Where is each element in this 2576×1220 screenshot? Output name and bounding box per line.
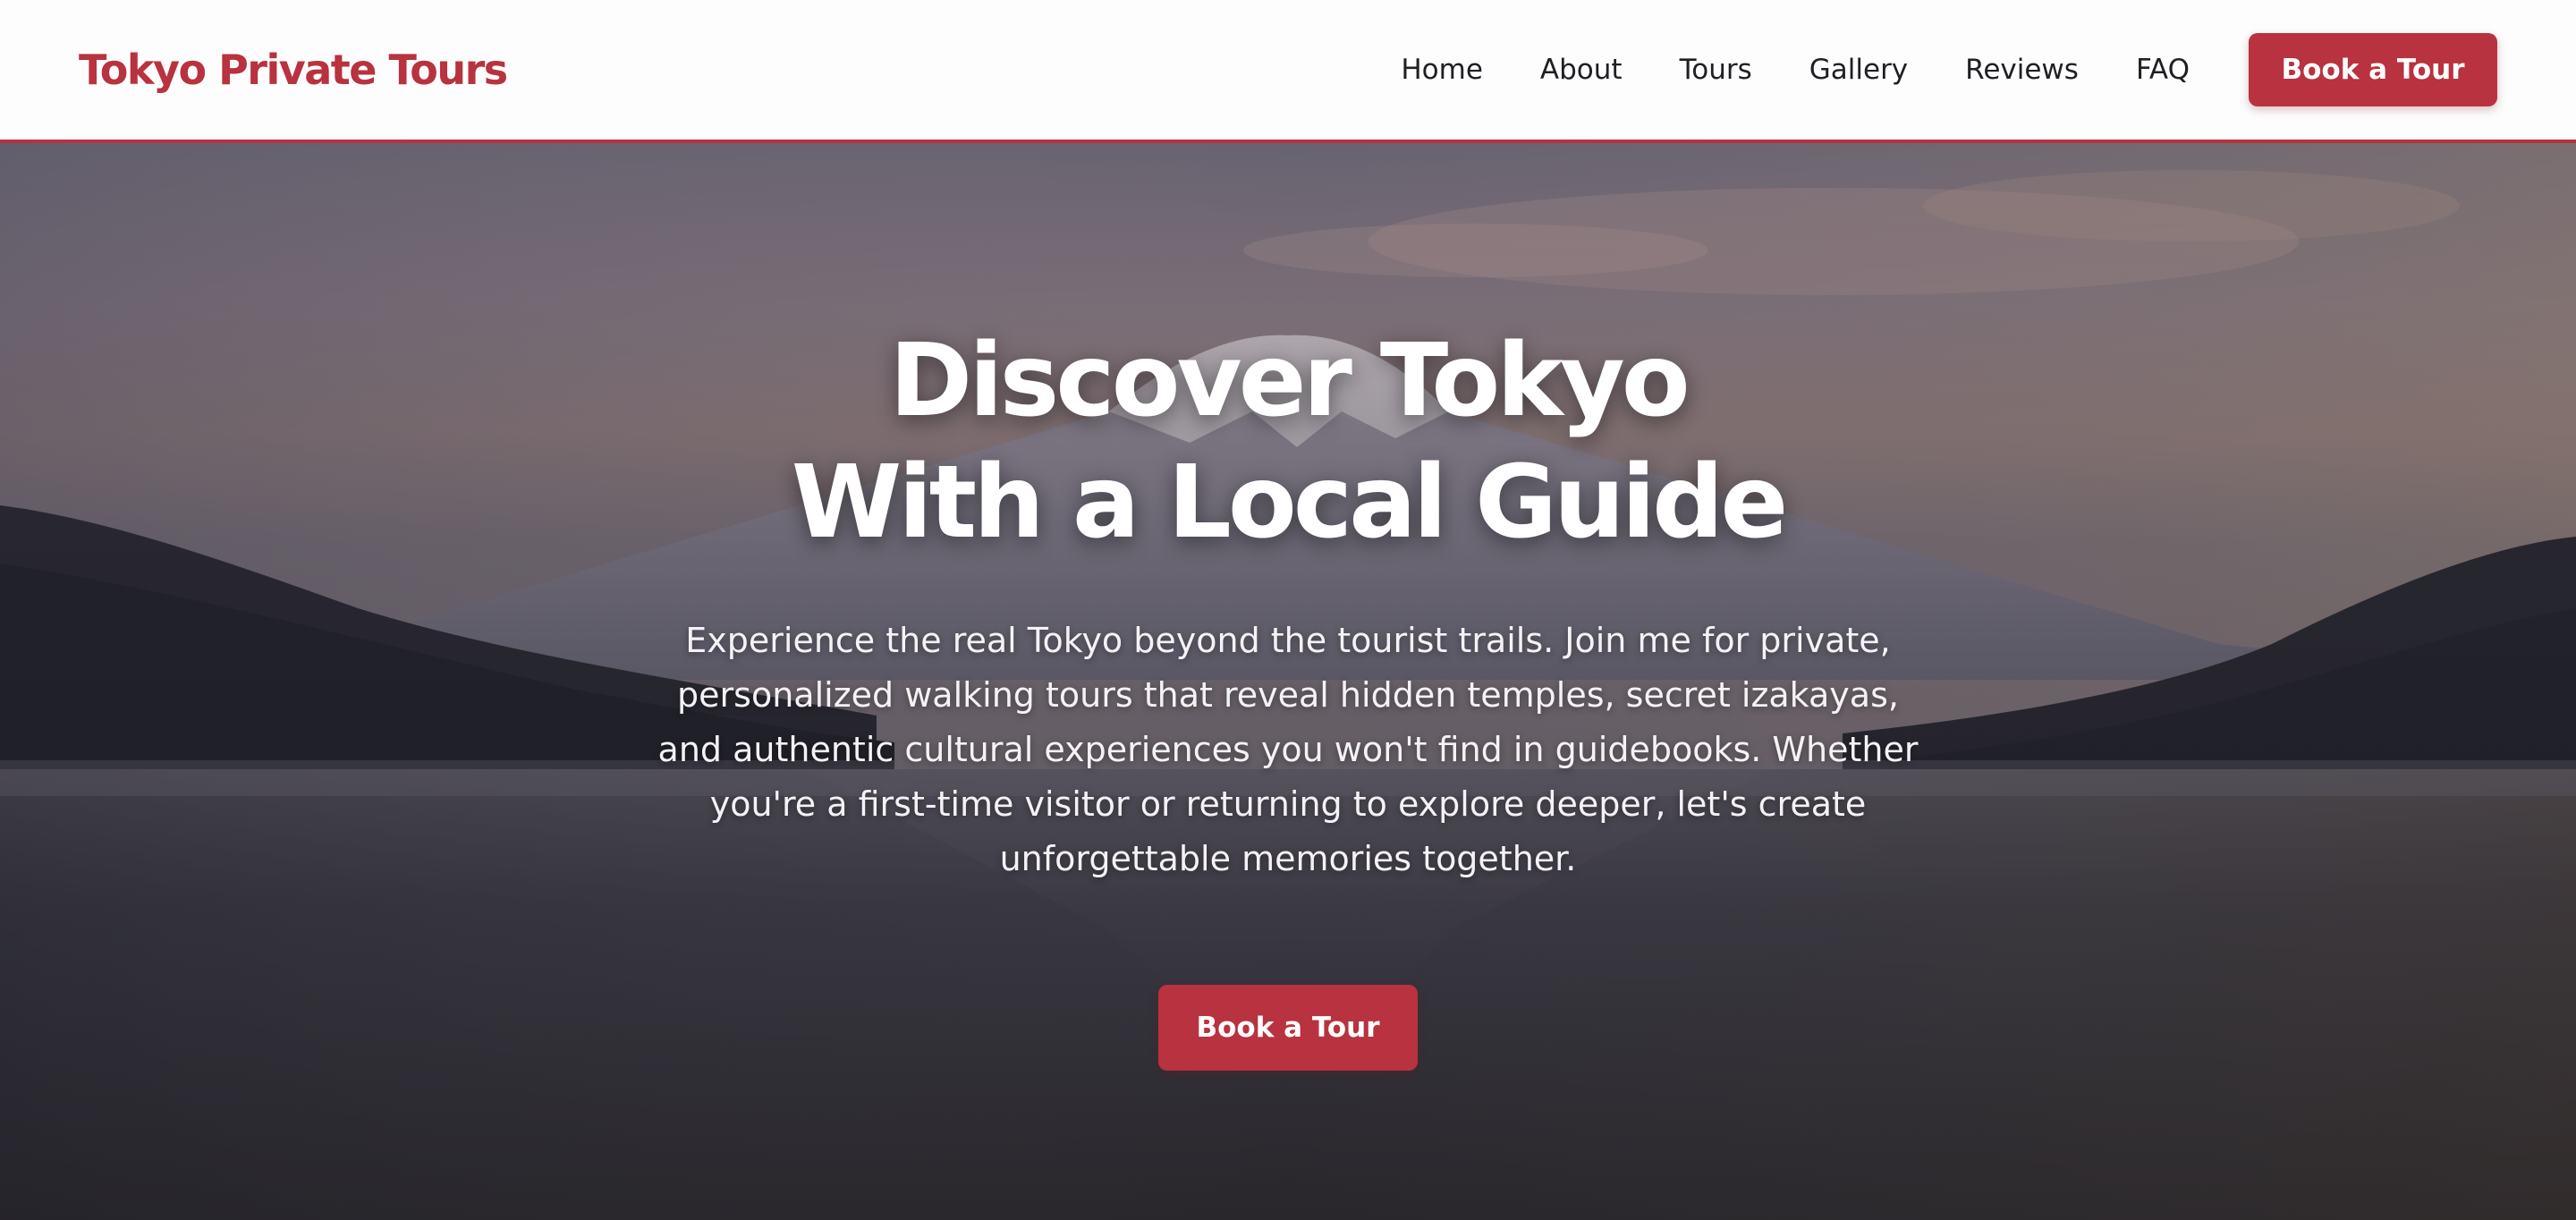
- hero-section: Discover Tokyo With a Local Guide Experi…: [0, 143, 2576, 1220]
- nav-reviews[interactable]: Reviews: [1965, 54, 2079, 86]
- main-nav: Home About Tours Gallery Reviews FAQ Boo…: [1401, 33, 2497, 106]
- hero-description: Experience the real Tokyo beyond the tou…: [657, 621, 1919, 878]
- hero-title-line-2: With a Local Guide: [791, 445, 1789, 561]
- header-book-tour-button[interactable]: Book a Tour: [2249, 33, 2497, 106]
- nav-about[interactable]: About: [1540, 54, 1623, 86]
- hero-content: Discover Tokyo With a Local Guide Experi…: [0, 143, 2576, 1220]
- nav-home[interactable]: Home: [1401, 54, 1483, 86]
- hero-book-tour-button[interactable]: Book a Tour: [1158, 985, 1418, 1071]
- nav-faq[interactable]: FAQ: [2136, 54, 2190, 86]
- hero-title-line-1: Discover Tokyo: [889, 323, 1690, 439]
- nav-gallery[interactable]: Gallery: [1809, 54, 1908, 86]
- nav-tours[interactable]: Tours: [1680, 54, 1752, 86]
- site-header: Tokyo Private Tours Home About Tours Gal…: [0, 0, 2576, 143]
- hero-title: Discover Tokyo With a Local Guide: [791, 320, 1789, 563]
- brand-logo[interactable]: Tokyo Private Tours: [79, 46, 508, 94]
